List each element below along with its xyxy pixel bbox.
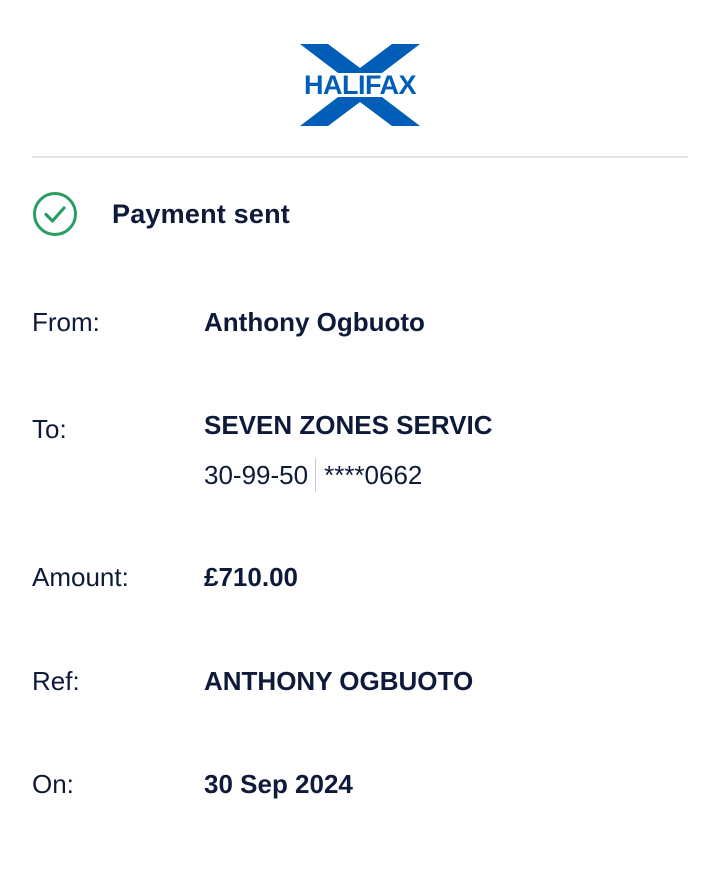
date-label: On: bbox=[32, 769, 74, 799]
ref-value: ANTHONY OGBUOTO bbox=[204, 666, 474, 696]
amount-value: £710.00 bbox=[204, 562, 298, 592]
halifax-x-icon: HALIFAX bbox=[300, 44, 420, 126]
recipient-account: 30-99-50 ****0662 bbox=[204, 458, 422, 492]
payment-status: Payment sent bbox=[32, 190, 290, 238]
check-circle-icon bbox=[33, 192, 77, 236]
from-label: From: bbox=[32, 307, 100, 337]
header-divider bbox=[32, 156, 688, 158]
halifax-logo: HALIFAX bbox=[0, 44, 720, 128]
ref-label: Ref: bbox=[32, 666, 80, 696]
to-value: SEVEN ZONES SERVIC bbox=[204, 410, 493, 440]
account-number: ****0662 bbox=[324, 459, 423, 490]
date-value: 30 Sep 2024 bbox=[204, 769, 353, 799]
to-label: To: bbox=[32, 414, 67, 444]
brand-name: HALIFAX bbox=[304, 70, 416, 100]
account-separator bbox=[315, 458, 317, 492]
status-text: Payment sent bbox=[112, 198, 290, 229]
amount-label: Amount: bbox=[32, 562, 129, 592]
sort-code: 30-99-50 bbox=[204, 459, 309, 490]
from-value: Anthony Ogbuoto bbox=[204, 307, 425, 337]
